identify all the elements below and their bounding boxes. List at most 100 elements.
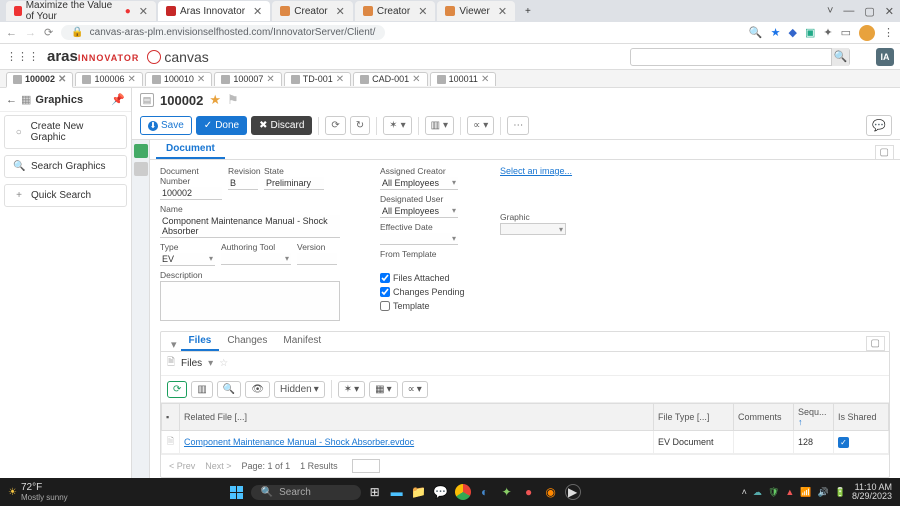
save-button[interactable]: ⬇Save <box>140 116 192 135</box>
extension-icon[interactable]: ◆ <box>789 26 797 39</box>
rel-view-button[interactable]: 👁 <box>245 381 270 398</box>
flag-icon[interactable]: ⚑ <box>227 92 239 108</box>
sidebar-item-quick-search[interactable]: +Quick Search <box>4 184 127 207</box>
tray-app-icon[interactable]: ▲ <box>785 487 794 497</box>
workspace-tab[interactable]: 100011✕ <box>430 72 497 86</box>
cell-seq[interactable]: 128 <box>794 431 834 454</box>
tray-battery-icon[interactable]: 🔋 <box>835 487 846 498</box>
app-grid-icon[interactable]: ⋮⋮⋮ <box>6 50 39 63</box>
other-view-tab[interactable] <box>134 162 148 176</box>
kebab-menu-icon[interactable]: ⋮ <box>883 26 894 39</box>
rel-search-button[interactable]: 🔍 <box>217 381 241 398</box>
expand-icon[interactable]: ▢ <box>866 336 885 351</box>
cell-comments[interactable] <box>734 431 794 454</box>
browser-tab[interactable]: Maximize the Value of Your●✕ <box>6 1 156 21</box>
rel-new-button[interactable]: ▥ <box>191 381 212 398</box>
more-button[interactable]: ⋯ <box>507 116 529 135</box>
extension-icon[interactable]: ▣ <box>805 26 815 39</box>
task-view-icon[interactable]: ⊞ <box>367 484 383 500</box>
done-button[interactable]: ✓Done <box>196 116 247 135</box>
prev-page-button[interactable]: < Prev <box>169 461 195 471</box>
col-shared[interactable]: Is Shared <box>834 404 889 431</box>
star-icon[interactable]: ☆ <box>219 358 228 369</box>
workspace-tab[interactable]: 100010✕ <box>145 72 212 86</box>
auth-tool-select[interactable] <box>221 253 291 265</box>
table-row[interactable]: 🗎 Component Maintenance Manual - Shock A… <box>162 431 889 454</box>
global-search-input[interactable] <box>631 51 831 62</box>
taskbar-explorer-icon[interactable]: 📁 <box>411 484 427 500</box>
rel-action-button[interactable]: ✶▾ <box>338 381 365 398</box>
taskbar-clock[interactable]: 11:10 AM 8/29/2023 <box>852 483 892 501</box>
select-all-header[interactable]: ▪ <box>162 404 180 431</box>
close-icon[interactable]: ✕ <box>197 74 205 85</box>
tray-volume-icon[interactable]: 🔊 <box>818 487 829 498</box>
user-badge[interactable]: IA <box>876 48 894 66</box>
nav-back-icon[interactable]: ← <box>6 27 17 39</box>
tray-onedrive-icon[interactable]: ☁ <box>753 487 762 498</box>
version-field[interactable] <box>297 253 337 265</box>
browser-tab[interactable]: Aras Innovator✕ <box>158 1 270 21</box>
sidebar-item-search[interactable]: 🔍Search Graphics <box>4 155 127 178</box>
redo-button[interactable]: ↻ <box>350 116 370 135</box>
share-button[interactable]: ∝ ▾ <box>467 116 494 135</box>
workspace-tab[interactable]: TD-001✕ <box>284 72 351 86</box>
extensions-puzzle-icon[interactable]: ✦ <box>823 26 832 39</box>
chevron-down-icon[interactable]: ˅ <box>827 5 833 18</box>
rel-refresh-button[interactable]: ⟳ <box>167 381 187 398</box>
chevron-down-icon[interactable]: ▾ <box>208 358 213 369</box>
rel-share-button[interactable]: ∝▾ <box>402 381 428 398</box>
zoom-icon[interactable]: 🔍 <box>749 26 763 39</box>
refresh-button[interactable]: ⟳ <box>325 116 345 135</box>
taskbar-search[interactable]: 🔍Search <box>251 485 361 500</box>
taskbar-weather[interactable]: ☀ 72°FMostly sunny <box>8 482 68 502</box>
sidebar-item-create[interactable]: ○Create New Graphic <box>4 115 127 149</box>
browser-tab[interactable]: Creator✕ <box>272 1 353 21</box>
profile-avatar[interactable] <box>859 25 875 41</box>
tab-files[interactable]: Files <box>181 332 220 351</box>
tab-document[interactable]: Document <box>156 140 225 159</box>
collapse-icon[interactable]: ▾ <box>167 338 181 351</box>
taskbar-app-icon[interactable]: ▬ <box>389 484 405 500</box>
bookmark-star-icon[interactable]: ★ <box>771 26 781 39</box>
pin-icon[interactable]: 📌 <box>111 93 125 106</box>
close-icon[interactable]: ✕ <box>127 74 135 85</box>
select-image-link[interactable]: Select an image... <box>500 166 580 176</box>
taskbar-app-icon[interactable]: ✦ <box>499 484 515 500</box>
taskbar-media-icon[interactable]: ▶ <box>565 484 581 500</box>
changes-pending-checkbox[interactable] <box>380 287 390 297</box>
close-icon[interactable]: ✕ <box>481 74 489 85</box>
taskbar-chat-icon[interactable]: 💬 <box>433 484 449 500</box>
minimize-icon[interactable]: — <box>843 5 854 18</box>
graphic-field[interactable] <box>500 223 566 235</box>
structure-button[interactable]: ✶ ▾ <box>383 116 411 135</box>
workspace-tab[interactable]: 100007✕ <box>214 72 281 86</box>
workspace-tab[interactable]: 100002✕ <box>6 72 73 88</box>
col-type[interactable]: File Type [...] <box>654 404 734 431</box>
discussion-button[interactable]: 💬 <box>866 115 892 136</box>
close-icon[interactable]: ✕ <box>336 5 345 18</box>
designated-user-select[interactable]: All Employees <box>380 205 458 218</box>
global-search[interactable]: 🔍 <box>630 48 850 66</box>
files-attached-checkbox[interactable] <box>380 273 390 283</box>
description-field[interactable] <box>160 281 340 321</box>
browser-tab[interactable]: Viewer✕ <box>437 1 515 21</box>
tray-chevron-icon[interactable]: ˄ <box>742 487 747 497</box>
new-tab-button[interactable]: + <box>517 1 539 21</box>
close-icon[interactable]: ✕ <box>58 74 66 85</box>
close-icon[interactable]: ✕ <box>266 74 274 85</box>
tab-manifest[interactable]: Manifest <box>275 332 329 351</box>
taskbar-app-icon[interactable]: ● <box>521 484 537 500</box>
close-icon[interactable]: ✕ <box>418 5 427 18</box>
doc-number-field[interactable]: 100002 <box>160 187 222 200</box>
tab-changes[interactable]: Changes <box>219 332 275 351</box>
browser-tab[interactable]: Creator✕ <box>355 1 436 21</box>
discard-button[interactable]: ✖Discard <box>251 116 312 135</box>
maximize-icon[interactable]: ▢ <box>864 5 874 18</box>
taskbar-chrome-icon[interactable] <box>455 484 471 500</box>
effective-date-field[interactable] <box>380 233 458 245</box>
url-field[interactable]: 🔒 canvas-aras-plm.envisionselfhosted.com… <box>61 25 385 40</box>
workspace-tab[interactable]: 100006✕ <box>75 72 142 86</box>
close-icon[interactable]: ✕ <box>498 5 507 18</box>
taskbar-app-icon[interactable]: ◐ <box>477 484 493 500</box>
template-checkbox[interactable] <box>380 301 390 311</box>
